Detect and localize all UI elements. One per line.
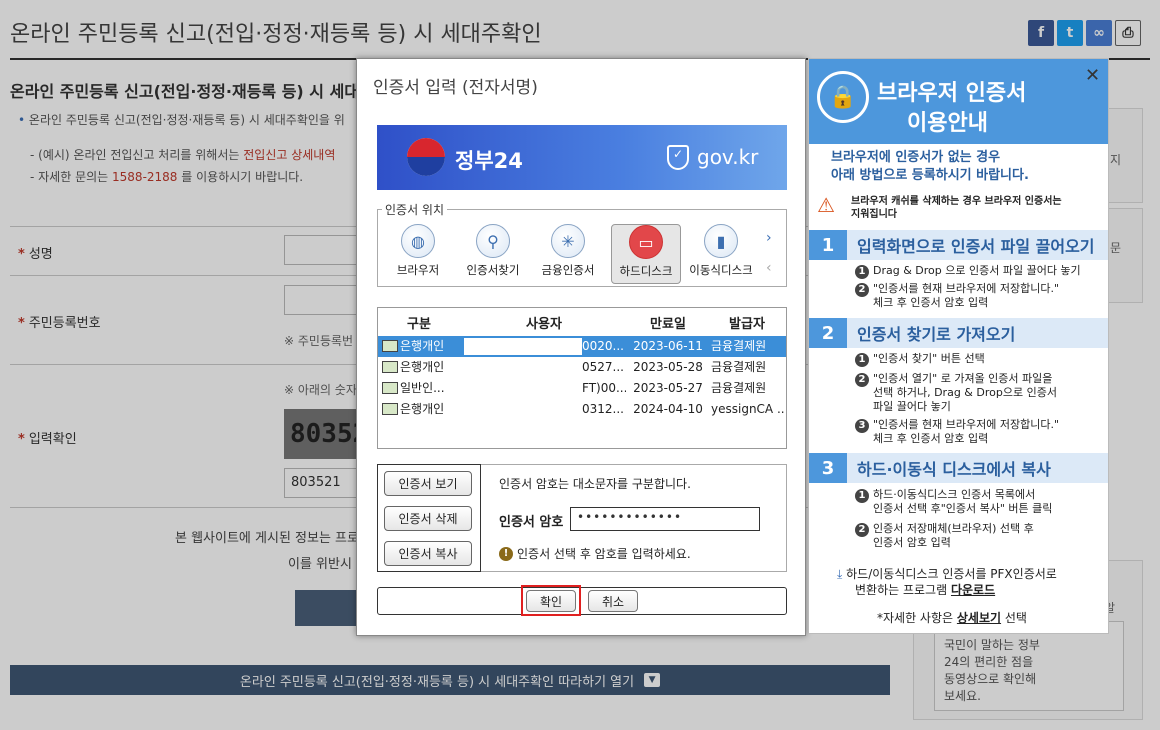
table-row[interactable]: 일반인... FT)00... 2023-05-27 금융결제원 — [378, 378, 786, 399]
password-input[interactable]: ••••••••••••• — [570, 507, 760, 531]
download-icon: ⤓ — [837, 567, 843, 581]
column-header: 사용자 — [526, 316, 562, 332]
shield-icon: ✓ — [667, 145, 689, 170]
password-label: 인증서 암호 — [499, 515, 564, 530]
guide-section-2: 2 인증서 찾기로 가져오기 — [809, 318, 1108, 348]
table-row[interactable]: 은행개인 0020... 2023-06-11 금융결제원 — [378, 336, 786, 357]
guide-title-1: 브라우저 인증서 — [877, 81, 1027, 106]
guide-step: 체크 후 인증서 암호 입력 — [873, 432, 989, 445]
harddisk-icon: ▭ — [629, 225, 663, 259]
view-cert-button[interactable]: 인증서 보기 — [384, 471, 472, 496]
column-header: 만료일 — [650, 316, 686, 332]
guide-header: 🔒 브라우저 인증서 이용안내 — [809, 59, 1108, 144]
globe-lock-icon: 🔒 — [817, 71, 869, 123]
dialog-title: 인증서 입력 (전자서명) — [373, 78, 538, 98]
location-browser[interactable]: ◍ 브라우저 — [383, 224, 453, 284]
cancel-button[interactable]: 취소 — [588, 590, 638, 612]
certificate-icon — [382, 360, 398, 373]
exclamation-icon: ! — [499, 546, 513, 561]
ok-highlight — [521, 585, 581, 616]
table-row[interactable]: 은행개인 0527... 2023-05-28 금융결제원 — [378, 357, 786, 378]
redacted-user — [464, 338, 582, 355]
usb-icon: ▮ — [704, 224, 738, 258]
certificate-table: 구분 사용자 만료일 발급자 은행개인 0020... 2023-06-11 금… — [377, 307, 787, 449]
delete-cert-button[interactable]: 인증서 삭제 — [384, 506, 472, 531]
cert-location-group: 인증서 위치 ◍ 브라우저 ⚲ 인증서찾기 ✳ 금융인증서 ▭ 하드디스크 ▮ 이동식디스… — [377, 201, 787, 287]
financial-cert-icon: ✳ — [551, 224, 585, 258]
guide-step: 1 "인증서 찾기" 버튼 선택 — [855, 352, 985, 367]
column-header: 발급자 — [729, 316, 765, 332]
password-hint: ! 인증서 선택 후 암호를 입력하세요. — [499, 545, 691, 562]
warning-icon: ⚠ — [817, 193, 835, 217]
next-arrow-icon[interactable]: › — [766, 230, 772, 246]
gov24-banner: 정부24 ✓ gov.kr — [377, 125, 787, 190]
certificate-dialog: 인증서 입력 (전자서명) 정부24 ✓ gov.kr 인증서 위치 ◍ 브라우저… — [356, 58, 806, 636]
guide-step: 체크 후 인증서 암호 입력 — [873, 296, 989, 309]
location-legend: 인증서 위치 — [382, 201, 448, 218]
guide-intro: 브라우저에 인증서가 없는 경우 아래 방법으로 등록하시기 바랍니다. — [831, 150, 1029, 183]
column-header: 구분 — [407, 316, 431, 332]
guide-section-1: 1 입력화면으로 인증서 파일 끌어오기 — [809, 230, 1108, 260]
guide-step: 파일 끌어다 놓기 — [873, 400, 951, 413]
cert-action-group: 인증서 보기 인증서 삭제 인증서 복사 — [377, 464, 481, 572]
pfx-notice: ⤓ 하드/이동식디스크 인증서를 PFX인증서로 변환하는 프로그램 다운로드 — [837, 567, 1057, 597]
case-notice: 인증서 암호는 대소문자를 구분합니다. — [499, 477, 691, 491]
globe-icon: ◍ — [401, 224, 435, 258]
banner-domain: gov.kr — [697, 145, 759, 169]
guide-section-3: 3 하드·이동식 디스크에서 복사 — [809, 453, 1108, 483]
copy-cert-button[interactable]: 인증서 복사 — [384, 541, 472, 566]
dialog-footer — [377, 587, 787, 615]
table-row[interactable]: 은행개인 0312... 2024-04-10 yessignCA ... — [378, 399, 786, 420]
guide-step: 인증서 선택 후"인증서 복사" 버튼 클릭 — [873, 502, 1053, 515]
location-removable-disk[interactable]: ▮ 이동식디스크 — [686, 224, 756, 284]
location-harddisk[interactable]: ▭ 하드디스크 — [611, 224, 681, 284]
close-icon[interactable]: ✕ — [1085, 65, 1100, 86]
location-financial-cert[interactable]: ✳ 금융인증서 — [533, 224, 603, 284]
guide-step: 3 "인증서를 현재 브라우저에 저장합니다." — [855, 418, 1059, 433]
guide-step: 선택 하거나, Drag & Drop으로 인증서 — [873, 386, 1057, 399]
prev-arrow-icon[interactable]: ‹ — [766, 260, 772, 276]
guide-warning: 브라우저 캐쉬를 삭제하는 경우 브라우저 인증서는 지워집니다 — [851, 196, 1062, 220]
banner-brand: 정부24 — [455, 149, 523, 173]
taegeuk-icon — [407, 138, 445, 176]
certificate-icon — [382, 339, 398, 352]
certificate-icon — [382, 381, 398, 394]
guide-step: 2 "인증서 열기" 로 가져올 인증서 파일을 — [855, 372, 1052, 387]
browser-cert-guide: 🔒 브라우저 인증서 이용안내 ✕ 브라우저에 인증서가 없는 경우 아래 방법으… — [808, 58, 1109, 634]
guide-title-2: 이용안내 — [907, 111, 988, 136]
guide-step: 2 "인증서를 현재 브라우저에 저장합니다." — [855, 282, 1059, 297]
location-find-cert[interactable]: ⚲ 인증서찾기 — [458, 224, 528, 284]
guide-step: 인증서 암호 입력 — [873, 536, 951, 549]
guide-step: 1 Drag & Drop 으로 인증서 파일 끌어다 놓기 — [855, 264, 1081, 279]
magnifier-icon: ⚲ — [476, 224, 510, 258]
detail-view-link[interactable]: 상세보기 — [957, 611, 1001, 625]
guide-step: 2 인증서 저장매체(브라우저) 선택 후 — [855, 522, 1034, 537]
detail-notice: *자세한 사항은 상세보기 선택 — [877, 611, 1027, 625]
download-link[interactable]: 다운로드 — [951, 583, 995, 597]
guide-step: 1 하드·이동식디스크 인증서 목록에서 — [855, 488, 1035, 503]
certificate-icon — [382, 402, 398, 415]
